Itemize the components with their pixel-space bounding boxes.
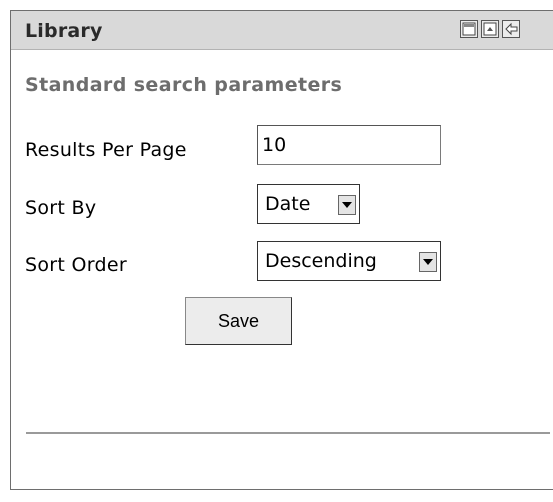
divider bbox=[26, 432, 550, 434]
portlet-title: Library bbox=[25, 20, 103, 42]
sort-order-select[interactable]: Descending bbox=[257, 241, 441, 281]
save-button[interactable]: Save bbox=[185, 297, 292, 345]
maximize-icon[interactable] bbox=[481, 20, 499, 38]
sort-by-select[interactable]: Date bbox=[257, 184, 360, 224]
library-portlet: Library Standard search parameters Resul… bbox=[10, 10, 553, 490]
portlet-titlebar: Library bbox=[11, 11, 553, 50]
sort-by-label: Sort By bbox=[25, 197, 97, 219]
chevron-down-icon[interactable] bbox=[338, 195, 356, 215]
minimize-icon[interactable] bbox=[460, 20, 478, 38]
results-per-page-label: Results Per Page bbox=[25, 139, 187, 161]
window-controls bbox=[460, 20, 520, 38]
chevron-down-icon[interactable] bbox=[419, 252, 437, 272]
sort-order-label: Sort Order bbox=[25, 254, 127, 276]
section-title: Standard search parameters bbox=[25, 74, 343, 96]
sort-by-value: Date bbox=[265, 193, 311, 215]
return-icon[interactable] bbox=[502, 20, 520, 38]
results-per-page-input[interactable] bbox=[257, 125, 441, 165]
sort-order-value: Descending bbox=[265, 250, 377, 272]
